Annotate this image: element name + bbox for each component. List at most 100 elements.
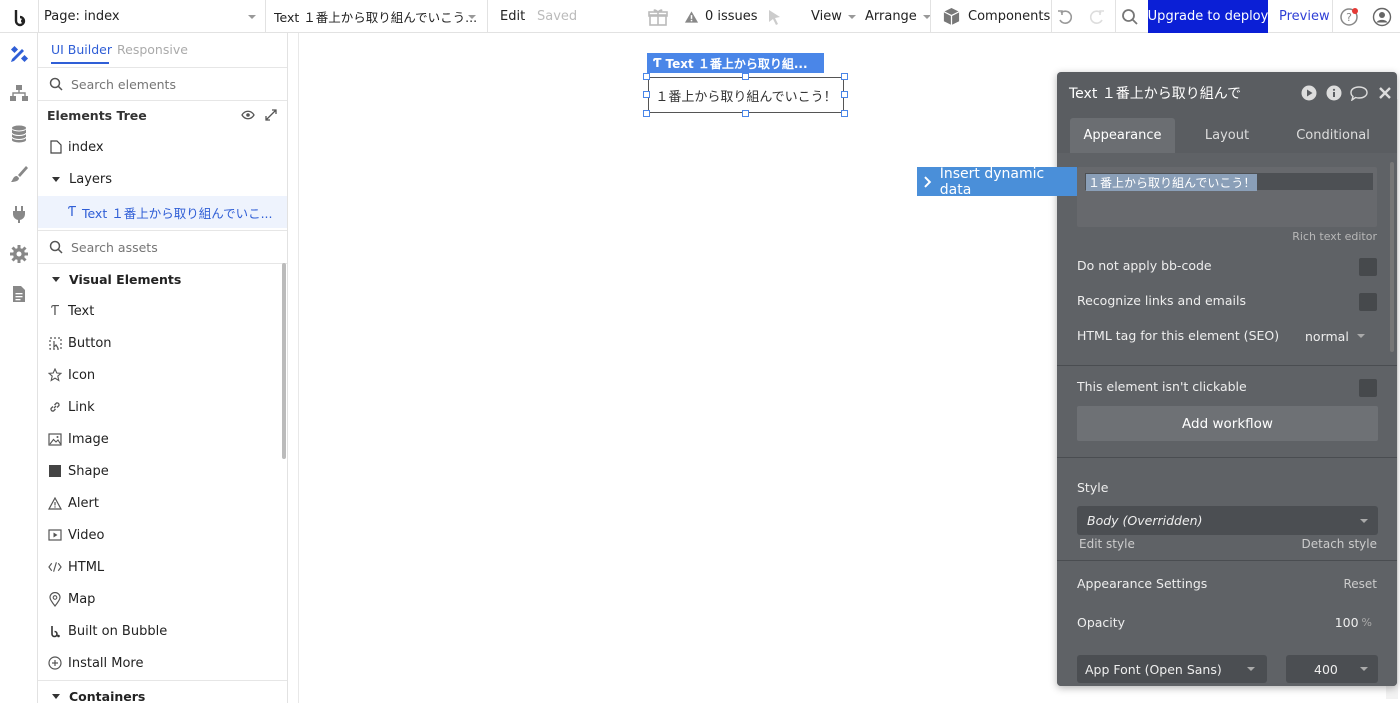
tab-ui-builder[interactable]: UI Builder — [51, 42, 112, 57]
search-assets-input[interactable] — [71, 239, 271, 255]
edit-style-link[interactable]: Edit style — [1079, 537, 1135, 551]
visual-element-link[interactable]: Link — [38, 395, 287, 419]
visual-elements-header[interactable]: Visual Elements — [38, 267, 287, 291]
expand-icon[interactable] — [265, 109, 277, 121]
bubble-logo[interactable] — [0, 0, 38, 33]
visual-element-label: HTML — [68, 559, 105, 575]
search-icon — [49, 77, 63, 91]
logs-tab-button[interactable] — [9, 284, 29, 304]
issues-button[interactable]: 0 issues — [684, 0, 758, 33]
arrange-menu[interactable]: Arrange — [865, 0, 931, 33]
components-button[interactable]: Components — [942, 0, 1050, 33]
style-label-row: Style — [1077, 480, 1108, 495]
gear-icon — [10, 245, 28, 263]
opacity-input[interactable]: 100 % — [1327, 609, 1378, 636]
resize-handle[interactable] — [742, 73, 749, 80]
tab-responsive[interactable]: Responsive — [117, 42, 188, 57]
recognize-links-row: Recognize links and emails — [1077, 293, 1246, 308]
visual-element-html[interactable]: HTML — [38, 555, 287, 579]
tree-item-selected-text[interactable]: Ƭ Text １番上から取り組んでいこ... — [38, 196, 287, 228]
search-elements[interactable] — [38, 68, 287, 100]
rich-text-input[interactable]: １番上から取り組んでいこう！ — [1077, 167, 1377, 227]
font-family-select[interactable]: App Font (Open Sans) — [1077, 655, 1267, 683]
visual-element-map[interactable]: Map — [38, 587, 287, 611]
upgrade-button[interactable]: Upgrade to deploy — [1148, 0, 1268, 33]
visual-element-install-more[interactable]: Install More — [38, 651, 287, 675]
data-tab-button[interactable] — [9, 124, 29, 144]
inspector-button[interactable] — [766, 0, 784, 33]
visual-element-video[interactable]: Video — [38, 523, 287, 547]
workflow-tab-button[interactable] — [9, 83, 29, 103]
plugins-tab-button[interactable] — [9, 204, 29, 224]
view-menu[interactable]: View — [811, 0, 856, 33]
play-icon[interactable] — [1301, 85, 1317, 101]
help-button[interactable]: ? — [1339, 0, 1359, 33]
visual-element-shape[interactable]: Shape — [38, 459, 287, 483]
resize-handle[interactable] — [841, 110, 848, 117]
resize-handle[interactable] — [643, 110, 650, 117]
style-select[interactable]: Body (Overridden) — [1077, 506, 1378, 535]
appearance-settings-row: Appearance Settings — [1077, 576, 1207, 591]
resize-handle[interactable] — [841, 73, 848, 80]
add-workflow-button[interactable]: Add workflow — [1077, 406, 1378, 441]
canvas-text-element[interactable]: １番上から取り組んでいこう！ — [648, 77, 844, 113]
preview-button[interactable]: Preview — [1279, 0, 1330, 33]
shape-icon — [48, 464, 62, 478]
detach-style-link[interactable]: Detach style — [1302, 537, 1377, 551]
resize-handle[interactable] — [841, 91, 848, 98]
element-selector[interactable]: Text １番上から取り組んでいこう... — [274, 0, 478, 33]
search-assets[interactable] — [38, 231, 287, 263]
tab-layout[interactable]: Layout — [1177, 118, 1277, 153]
undo-button[interactable] — [1056, 0, 1074, 33]
comment-icon[interactable] — [1350, 85, 1368, 101]
tab-conditional[interactable]: Conditional — [1282, 118, 1384, 153]
containers-header[interactable]: Containers — [38, 685, 287, 703]
resize-handle[interactable] — [643, 73, 650, 80]
selection-tag[interactable]: Ƭ Text １番上から取り組... — [647, 53, 824, 73]
settings-tab-button[interactable] — [9, 244, 29, 264]
tab-responsive-label: Responsive — [117, 42, 188, 57]
tree-item-index[interactable]: index — [38, 135, 287, 159]
page-selector[interactable]: Page: index — [44, 0, 264, 33]
visual-element-built-on-bubble[interactable]: Built on Bubble — [38, 619, 287, 643]
close-icon[interactable] — [1379, 87, 1391, 99]
do-not-apply-bbcode-checkbox[interactable] — [1359, 258, 1377, 276]
search-button[interactable] — [1121, 0, 1139, 33]
eye-icon[interactable] — [241, 110, 255, 120]
visual-elements-title: Visual Elements — [69, 271, 182, 287]
panel-scrollbar[interactable] — [1390, 162, 1394, 352]
chevron-down-icon — [248, 15, 256, 19]
insert-dynamic-data-button[interactable]: Insert dynamic data — [917, 166, 1077, 198]
visual-element-button[interactable]: Button — [38, 331, 287, 355]
resize-handle[interactable] — [742, 110, 749, 117]
info-icon[interactable] — [1326, 85, 1342, 101]
tab-conditional-label: Conditional — [1296, 128, 1370, 143]
search-elements-input[interactable] — [71, 76, 271, 92]
not-clickable-checkbox[interactable] — [1359, 379, 1377, 397]
tree-item-layers[interactable]: Layers — [38, 167, 287, 191]
reset-link[interactable]: Reset — [1343, 577, 1377, 591]
styles-tab-button[interactable] — [9, 164, 29, 184]
html-tag-select[interactable]: normal — [1297, 321, 1377, 351]
tab-appearance[interactable]: Appearance — [1070, 118, 1175, 153]
visual-element-image[interactable]: Image — [38, 427, 287, 451]
opacity-label: Opacity — [1077, 615, 1126, 630]
tree-item-layers-label: Layers — [69, 171, 113, 187]
rich-text-editor-link[interactable]: Rich text editor — [1292, 230, 1377, 243]
account-button[interactable] — [1372, 0, 1392, 33]
visual-element-icon[interactable]: Icon — [38, 363, 287, 387]
components-label: Components — [968, 9, 1051, 24]
font-weight-select[interactable]: 400 — [1286, 655, 1378, 683]
redo-button[interactable] — [1088, 0, 1106, 33]
text-icon: Ƭ — [653, 56, 662, 70]
visual-element-text[interactable]: Ƭ Text — [38, 299, 287, 323]
text-input-value[interactable]: １番上から取り組んでいこう！ — [1086, 174, 1258, 191]
design-tab-button[interactable] — [9, 44, 29, 64]
visual-element-alert[interactable]: Alert — [38, 491, 287, 515]
edit-menu[interactable]: Edit — [500, 0, 525, 33]
resize-handle[interactable] — [643, 91, 650, 98]
recognize-links-checkbox[interactable] — [1359, 293, 1377, 311]
html-tag-value: normal — [1305, 328, 1349, 344]
gift-button[interactable] — [648, 0, 668, 33]
panel-title: Text １番上から取り組んで — [1069, 86, 1242, 102]
